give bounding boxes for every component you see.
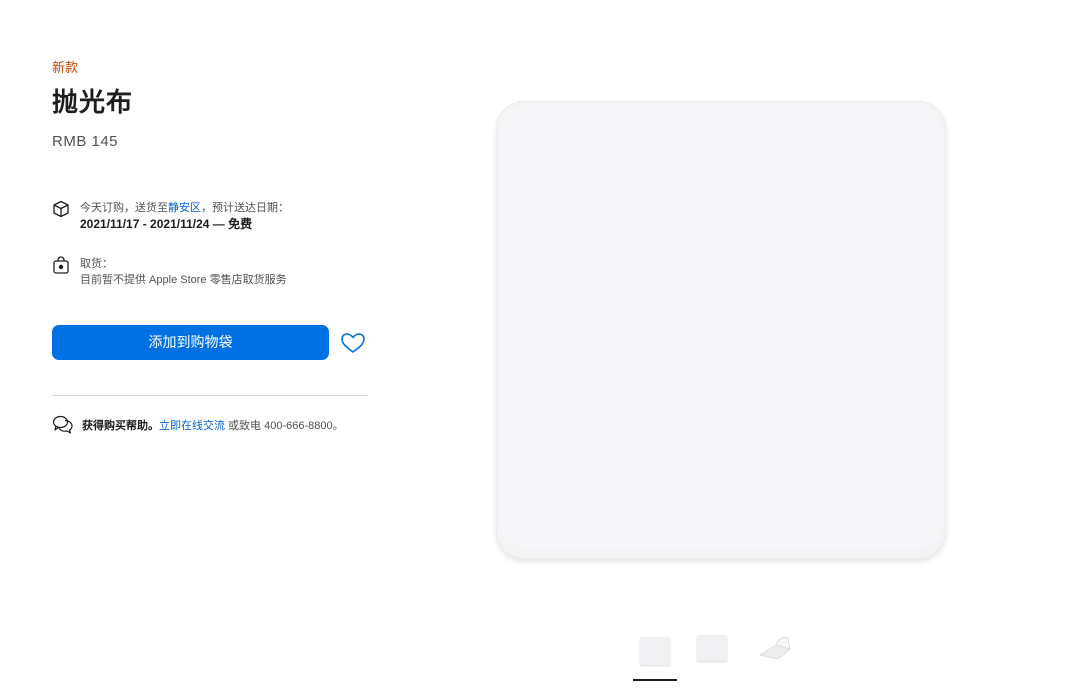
product-image-surface — [500, 105, 942, 549]
thumbnail-flat[interactable] — [697, 635, 727, 661]
thumbnail-selected-indicator — [633, 679, 677, 681]
help-text: 获得购买帮助。立即在线交流 或致电 400-666-8800。 — [82, 417, 344, 433]
product-price: RMB 145 — [52, 133, 119, 150]
location-link[interactable]: 静安区 — [168, 202, 201, 214]
add-to-bag-button[interactable]: 添加到购物袋 — [52, 325, 329, 360]
thumbnail-folded[interactable] — [756, 633, 794, 663]
pickup-label: 取货： — [80, 258, 113, 270]
package-icon — [53, 200, 69, 218]
heart-icon[interactable] — [340, 331, 366, 355]
delivery-text: 今天订购，送货至静安区，预计送达日期： 2021/11/17 - 2021/11… — [80, 200, 289, 233]
chat-bubbles-icon — [52, 415, 73, 434]
product-title: 抛光布 — [52, 87, 134, 117]
new-badge: 新款 — [52, 60, 79, 75]
help-prefix: 获得购买帮助。 — [82, 420, 159, 432]
help-suffix: 或致电 400-666-8800。 — [225, 420, 344, 432]
pickup-detail: 目前暂不提供 Apple Store 零售店取货服务 — [80, 274, 287, 286]
pickup-text: 取货： 目前暂不提供 Apple Store 零售店取货服务 — [80, 256, 287, 288]
product-image-polishing-cloth — [496, 101, 946, 559]
thumbnail-front[interactable] — [640, 637, 670, 665]
delivery-prefix: 今天订购，送货至 — [80, 202, 168, 214]
live-chat-link[interactable]: 立即在线交流 — [159, 420, 225, 432]
delivery-dates: 2021/11/17 - 2021/11/24 — 免费 — [80, 217, 253, 231]
divider — [52, 395, 368, 396]
delivery-suffix: ，预计送达日期： — [201, 202, 289, 214]
store-bag-icon — [53, 256, 69, 274]
